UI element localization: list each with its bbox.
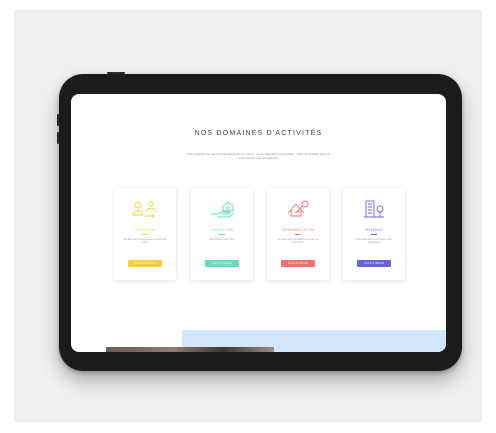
card-title: LOCATION bbox=[210, 227, 234, 232]
card-divider bbox=[142, 234, 148, 235]
card-description: Au mieux des transactions la vente est n… bbox=[277, 238, 319, 245]
building-tree-icon bbox=[364, 200, 384, 218]
card-location[interactable]: LOCATION Nous louons votre bien. PLUS D'… bbox=[191, 188, 253, 280]
more-info-button[interactable]: PLUS D'INFOS bbox=[281, 260, 315, 267]
more-info-button[interactable]: PLUS D'INFOS bbox=[128, 260, 162, 267]
card-divider bbox=[219, 234, 225, 235]
card-description: De 160 nous gérons le bien confié à nos … bbox=[123, 238, 167, 245]
page-intro: Pour satisfaire au mieux la demande de n… bbox=[186, 152, 331, 161]
card-divider bbox=[371, 234, 377, 235]
more-info-button[interactable]: PLUS D'INFOS bbox=[205, 260, 239, 267]
tablet-side-button bbox=[57, 114, 59, 126]
hand-house-icon bbox=[211, 201, 235, 218]
more-info-button[interactable]: PLUS D'INFOS bbox=[357, 260, 391, 267]
photo-strip bbox=[106, 347, 274, 352]
card-syndic[interactable]: SYNDIC Nous vous aidons pour gérer votre… bbox=[343, 188, 405, 280]
card-gestion[interactable]: GESTION De 160 nous gérons le bien confi… bbox=[114, 188, 176, 280]
card-description: Nous louons votre bien. bbox=[209, 238, 235, 241]
card-transaction[interactable]: TRANSACTION Au mieux des transactions la… bbox=[267, 188, 329, 280]
people-exchange-icon bbox=[132, 201, 157, 218]
card-title: GESTION bbox=[134, 227, 156, 232]
page-title: NOS DOMAINES D'ACTIVITÉS bbox=[194, 130, 323, 137]
house-key-icon bbox=[287, 200, 309, 217]
card-divider bbox=[295, 234, 301, 235]
card-description: Nous vous aidons pour gérer votre coprop… bbox=[355, 238, 393, 245]
tablet-side-button bbox=[57, 132, 59, 144]
tablet-frame: NOS DOMAINES D'ACTIVITÉS Pour satisfaire… bbox=[57, 72, 462, 371]
tablet-screen: NOS DOMAINES D'ACTIVITÉS Pour satisfaire… bbox=[71, 94, 446, 352]
card-title: TRANSACTION bbox=[281, 227, 315, 232]
tablet-top-button bbox=[107, 72, 125, 74]
card-title: SYNDIC bbox=[365, 227, 383, 232]
